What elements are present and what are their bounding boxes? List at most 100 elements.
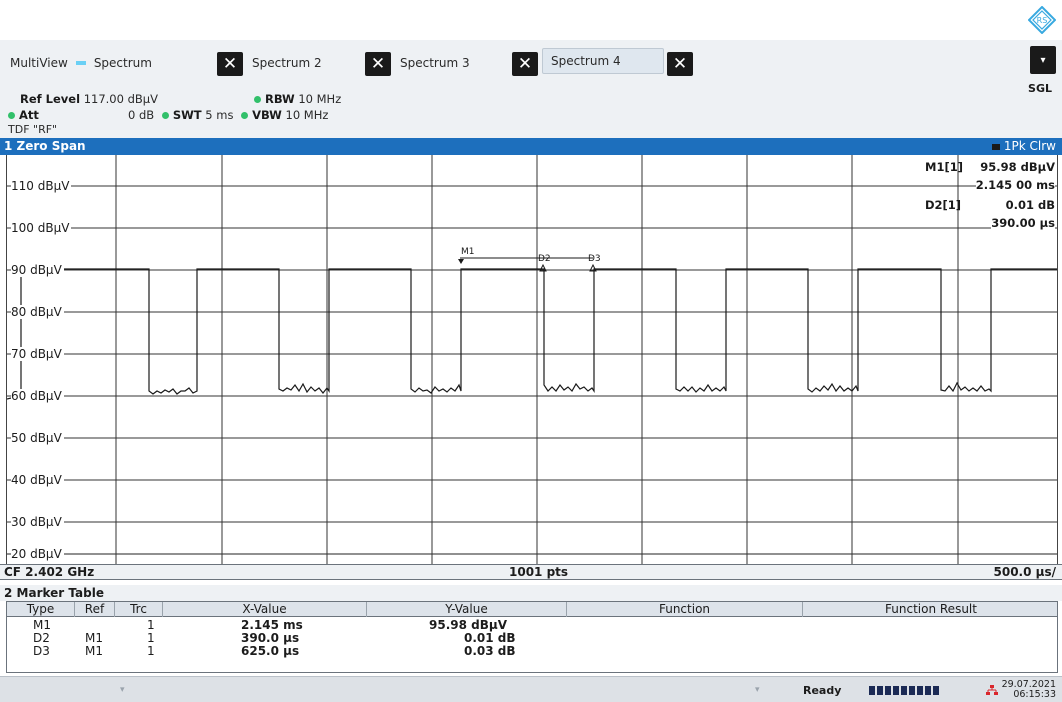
att-led-icon bbox=[8, 112, 15, 119]
y-label-60: 60 dBµV bbox=[11, 389, 64, 403]
tab-bar: MultiView Spectrum ✕ Spectrum 2 ✕ Spectr… bbox=[0, 40, 1062, 148]
tab-spectrum-2[interactable]: Spectrum 2 bbox=[248, 50, 322, 76]
dropdown-button[interactable]: ▾ bbox=[1030, 46, 1056, 74]
trace-color-icon bbox=[991, 143, 1000, 150]
att-param[interactable]: Att bbox=[8, 108, 39, 122]
swt-value: 5 ms bbox=[205, 108, 234, 122]
col-trc: Trc bbox=[115, 602, 163, 617]
network-icon[interactable] bbox=[986, 685, 998, 695]
expand-left-icon[interactable]: ▾ bbox=[120, 685, 125, 695]
row-x-value: 390.0 µs bbox=[241, 631, 300, 645]
swt-label: SWT bbox=[172, 108, 202, 122]
col-function: Function bbox=[567, 602, 803, 617]
row-y-value: 0.03 dB bbox=[464, 644, 516, 658]
tab-spectrum-3[interactable]: Spectrum 3 bbox=[396, 50, 470, 76]
trace-mode[interactable]: 1Pk Clrw bbox=[991, 138, 1056, 155]
y-label-40: 40 dBµV bbox=[11, 473, 64, 487]
tab-spectrum-4-label: Spectrum 4 bbox=[551, 54, 621, 68]
rbw-led-icon bbox=[254, 96, 261, 103]
tab-spectrum-3-label: Spectrum 3 bbox=[400, 56, 470, 70]
expand-right-icon[interactable]: ▾ bbox=[755, 685, 760, 695]
row-type: D3 bbox=[33, 644, 50, 658]
active-indicator bbox=[75, 61, 86, 65]
y-label-100: 100 dBµV bbox=[11, 221, 72, 235]
row-type: M1 bbox=[33, 618, 51, 632]
close-spectrum-icon[interactable]: ✕ bbox=[217, 52, 243, 76]
diagram-title: 1 Zero Span bbox=[4, 139, 86, 153]
col-type: Type bbox=[7, 602, 75, 617]
marker-table-title[interactable]: 2 Marker Table bbox=[0, 585, 1062, 601]
row-y-value: 0.01 dB bbox=[464, 631, 516, 645]
rbw-value: 10 MHz bbox=[298, 92, 342, 106]
sweep-progress-bar bbox=[869, 686, 939, 695]
tab-multiview[interactable]: MultiView Spectrum bbox=[10, 50, 152, 76]
plot-svg bbox=[7, 155, 1057, 564]
col-x-value: X-Value bbox=[163, 602, 367, 617]
diagram-title-bar[interactable]: 1 Zero Span 1Pk Clrw bbox=[0, 138, 1062, 155]
marker-d2-x: 390.00 µs bbox=[991, 216, 1055, 230]
time-per-division[interactable]: 500.0 µs/ bbox=[994, 565, 1057, 580]
rbw-param[interactable]: RBW 10 MHz bbox=[254, 92, 341, 106]
close-spectrum-3-icon[interactable]: ✕ bbox=[512, 52, 538, 76]
zero-span-plot[interactable]: 110 dBµV 100 dBµV 90 dBµV 80 dBµV 70 dBµ… bbox=[6, 155, 1058, 564]
marker-table[interactable]: Type Ref Trc X-Value Y-Value Function Fu… bbox=[6, 601, 1058, 673]
center-frequency[interactable]: CF 2.402 GHz bbox=[4, 565, 94, 580]
swt-led-icon bbox=[161, 112, 169, 119]
time: 06:15:33 bbox=[1013, 689, 1056, 700]
att-value: 0 dB bbox=[128, 108, 155, 122]
vbw-label: VBW bbox=[252, 108, 282, 122]
col-function-result: Function Result bbox=[885, 602, 977, 616]
vbw-led-icon bbox=[241, 112, 249, 119]
y-label-30: 30 dBµV bbox=[11, 515, 64, 529]
status-bar: ▾ ▾ Ready 29.07.2021 06:15:33 bbox=[0, 676, 1062, 702]
y-label-20: 20 dBµV bbox=[11, 547, 64, 561]
marker-d2-tag[interactable]: D2 bbox=[538, 254, 551, 264]
marker-m1-tag[interactable]: M1 bbox=[461, 247, 475, 257]
trace-mode-label: 1Pk Clrw bbox=[1003, 139, 1056, 153]
svg-text:RS: RS bbox=[1037, 16, 1048, 25]
tab-spectrum-2-label: Spectrum 2 bbox=[252, 56, 322, 70]
marker-d2-label: D2[1] bbox=[925, 198, 962, 212]
vbw-value: 10 MHz bbox=[285, 108, 329, 122]
att-value-group[interactable]: 0 dB SWT 5 ms VBW 10 MHz bbox=[128, 108, 328, 122]
row-x-value: 625.0 µs bbox=[241, 644, 300, 658]
row-trc: 1 bbox=[147, 631, 155, 645]
marker-table-header: Type Ref Trc X-Value Y-Value Function Fu… bbox=[7, 602, 1057, 617]
tdf-label: TDF "RF" bbox=[8, 123, 58, 136]
row-x-value: 2.145 ms bbox=[241, 618, 303, 632]
status-ready: Ready bbox=[803, 684, 842, 697]
y-label-50: 50 dBµV bbox=[11, 431, 64, 445]
col-ref: Ref bbox=[75, 602, 115, 617]
marker-d3-tag[interactable]: D3 bbox=[588, 254, 601, 264]
marker-m1-icon bbox=[458, 259, 464, 264]
y-label-90: 90 dBµV bbox=[11, 263, 64, 277]
tab-spectrum-4[interactable]: Spectrum 4 bbox=[542, 48, 664, 74]
tab-multiview-label: MultiView bbox=[10, 56, 68, 70]
tab-spectrum-label[interactable]: Spectrum bbox=[94, 56, 152, 70]
marker-d2-y: 0.01 dB bbox=[1005, 198, 1055, 212]
trace-line bbox=[7, 268, 1057, 402]
ref-level-value: 117.00 dBµV bbox=[83, 92, 158, 106]
y-label-110: 110 dBµV bbox=[11, 179, 72, 193]
sgl-label[interactable]: SGL bbox=[1028, 82, 1052, 95]
row-trc: 1 bbox=[147, 618, 155, 632]
ref-level-param[interactable]: Ref Level 117.00 dBµV bbox=[20, 92, 158, 106]
ref-level-label: Ref Level bbox=[20, 92, 81, 106]
row-trc: 1 bbox=[147, 644, 155, 658]
sweep-points[interactable]: 1001 pts bbox=[509, 565, 568, 580]
x-axis-bar[interactable]: CF 2.402 GHz 1001 pts 500.0 µs/ bbox=[0, 564, 1062, 580]
rohde-schwarz-logo: RS bbox=[1028, 6, 1056, 34]
row-y-value: 95.98 dBµV bbox=[429, 618, 507, 632]
y-label-80: 80 dBµV bbox=[11, 305, 64, 319]
att-label: Att bbox=[19, 108, 39, 122]
row-type: D2 bbox=[33, 631, 50, 645]
y-label-70: 70 dBµV bbox=[11, 347, 64, 361]
rbw-label: RBW bbox=[265, 92, 295, 106]
marker-m1-x: 2.145 00 ms bbox=[975, 178, 1055, 192]
close-spectrum-2-icon[interactable]: ✕ bbox=[365, 52, 391, 76]
marker-m1-y: 95.98 dBµV bbox=[980, 160, 1055, 174]
row-ref: M1 bbox=[85, 631, 103, 645]
top-bar: RS bbox=[0, 0, 1062, 40]
row-ref: M1 bbox=[85, 644, 103, 658]
close-spectrum-4-icon[interactable]: ✕ bbox=[667, 52, 693, 76]
